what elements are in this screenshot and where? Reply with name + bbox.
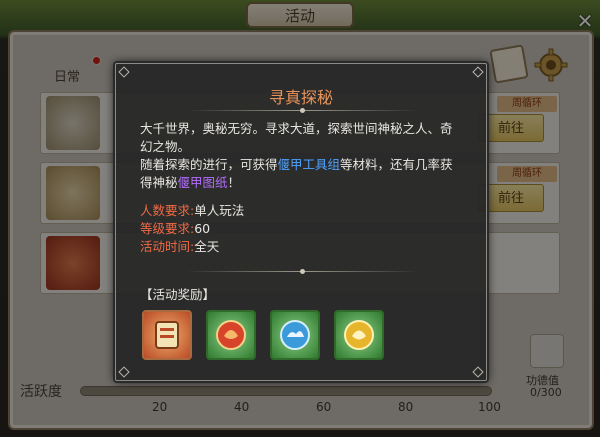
description-line: 大千世界，奥秘无穷。寻求大道，探索世间神秘之人、奇幻之物。 bbox=[140, 121, 453, 154]
popup-title: 寻真探秘 bbox=[268, 88, 333, 107]
requirement-row: 人数要求:单人玩法 bbox=[140, 203, 245, 218]
material-link[interactable]: 偃甲工具组 bbox=[278, 157, 341, 172]
requirement-row: 活动时间:全天 bbox=[140, 239, 220, 254]
blue-cloud-orb-icon[interactable] bbox=[270, 310, 320, 360]
blueprint-link[interactable]: 偃甲图纸 bbox=[178, 175, 228, 190]
corner-ornament bbox=[118, 366, 130, 378]
corner-ornament bbox=[118, 66, 130, 78]
corner-ornament bbox=[472, 366, 484, 378]
popup-description: 大千世界，奥秘无穷。寻求大道，探索世间神秘之人、奇幻之物。 随着探索的进行，可获… bbox=[140, 120, 464, 192]
corner-ornament bbox=[472, 66, 484, 78]
description-line: 随着探索的进行，可获得偃甲工具组等材料，还有几率获得神秘偃甲图纸！ bbox=[140, 157, 453, 190]
gold-orb-icon[interactable] bbox=[334, 310, 384, 360]
scroll-bundle-icon[interactable] bbox=[142, 310, 192, 360]
rewards-title: 【活动奖励】 bbox=[140, 287, 216, 302]
divider-dot bbox=[300, 269, 305, 274]
red-phoenix-orb-icon[interactable] bbox=[206, 310, 256, 360]
divider-dot bbox=[300, 108, 305, 113]
requirement-row: 等级要求:60 bbox=[140, 221, 211, 236]
activity-detail-popup: 寻真探秘 大千世界，奥秘无穷。寻求大道，探索世间神秘之人、奇幻之物。 随着探索的… bbox=[115, 63, 487, 381]
